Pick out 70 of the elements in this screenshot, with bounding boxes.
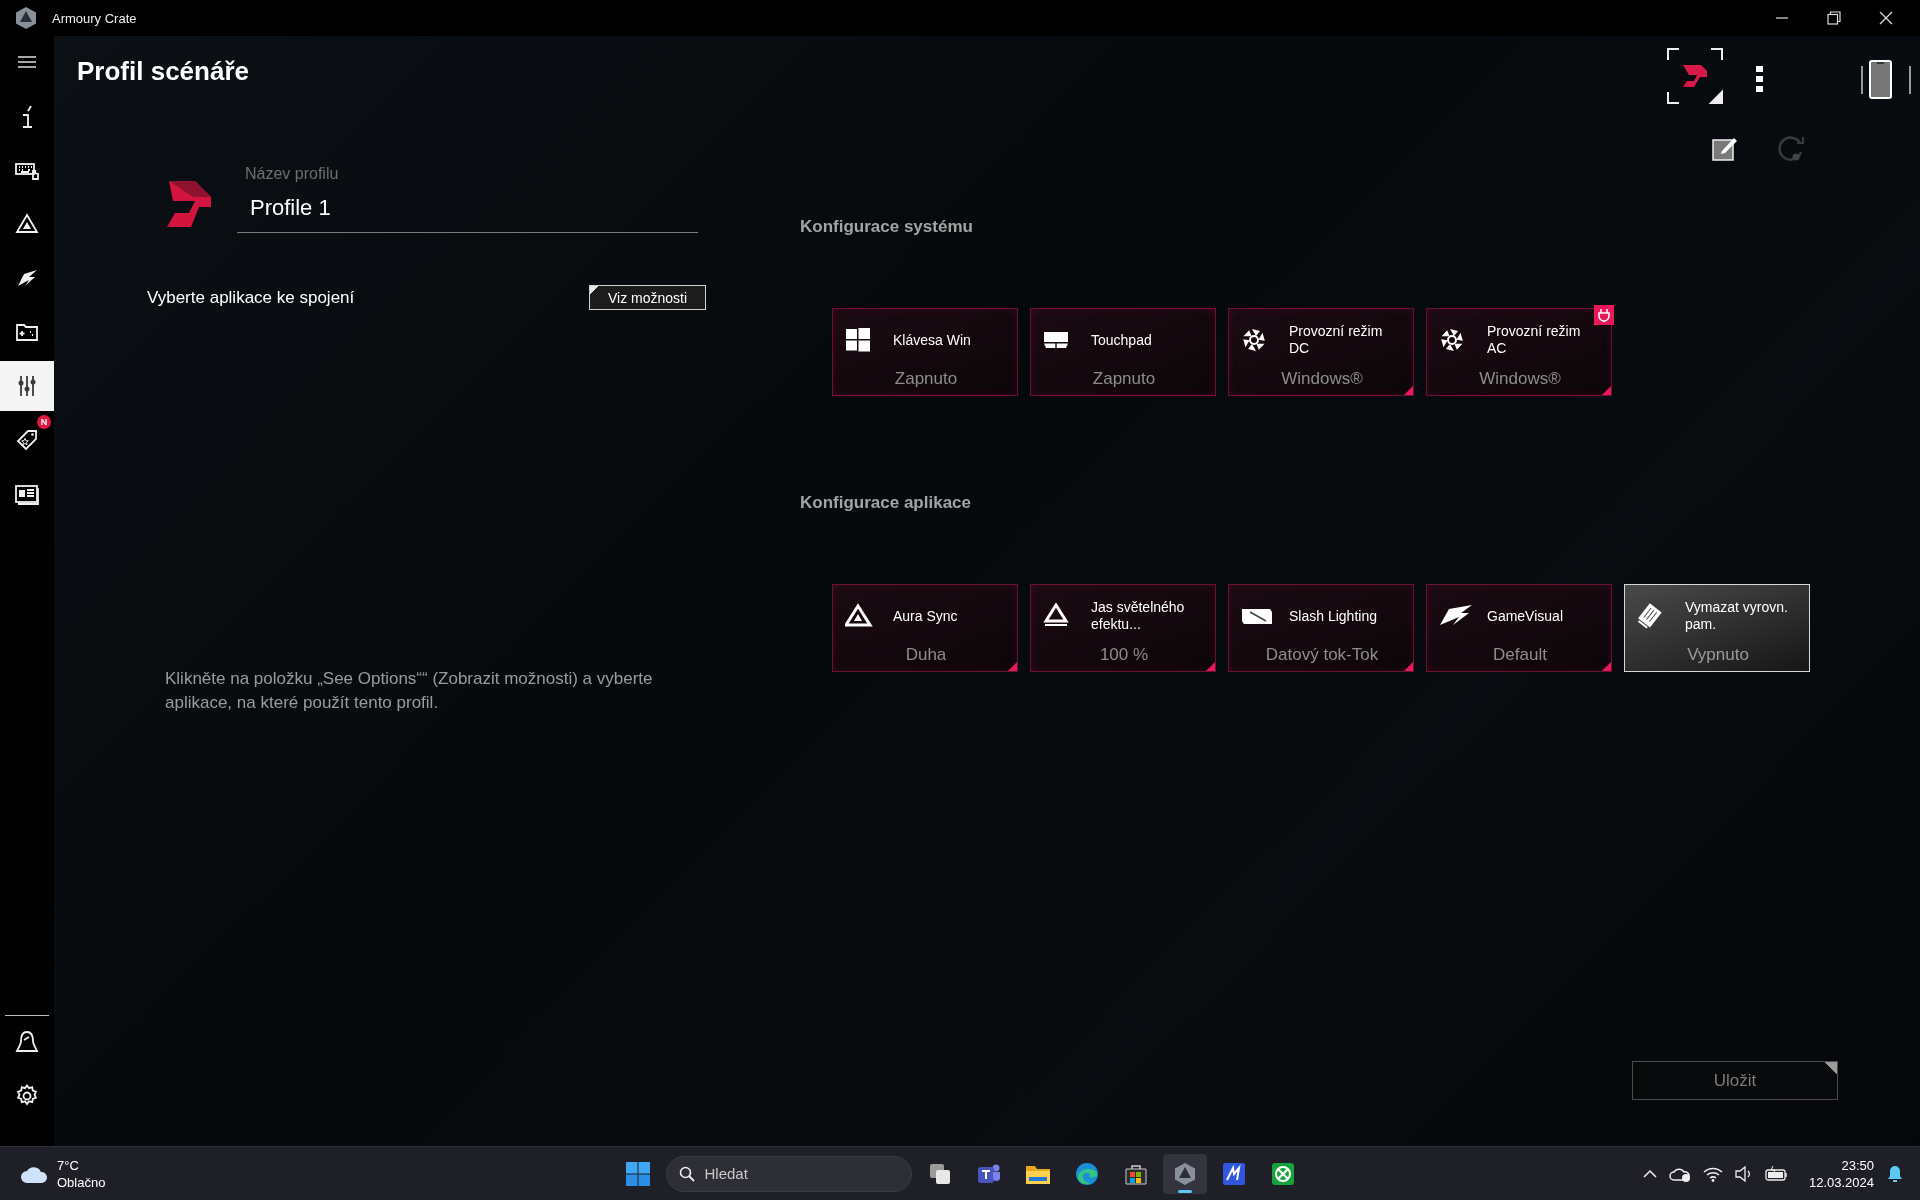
- info-icon: [21, 104, 33, 128]
- settings-icon: [15, 1084, 39, 1108]
- tile-title: Provozní režim AC: [1487, 323, 1582, 357]
- clock-date: 12.03.2024: [1808, 1173, 1874, 1191]
- setting-tile[interactable]: Slash Lighting Datový tok-Tok: [1228, 584, 1414, 672]
- page-title: Profil scénáře: [77, 56, 249, 86]
- sidebar-item[interactable]: [0, 361, 54, 411]
- search-field[interactable]: Hledat: [665, 1155, 912, 1192]
- tile-value: 100 %: [1098, 645, 1150, 665]
- windows-icon: [625, 1161, 650, 1186]
- tile-title: Touchpad: [1091, 331, 1153, 349]
- menu-icon[interactable]: [17, 54, 37, 70]
- tile-value: Vypnuto: [1686, 645, 1750, 665]
- setting-tile[interactable]: Provozní režim DC Windows®: [1228, 308, 1414, 396]
- clock-time: 23:50: [1841, 1156, 1874, 1174]
- search-icon: [678, 1165, 695, 1182]
- tile-title: Klávesa Win: [893, 331, 972, 349]
- profile-frame-icon[interactable]: [1667, 48, 1723, 104]
- temperature-text: 7°C: [57, 1156, 80, 1174]
- tag-icon: [15, 428, 39, 452]
- browser-icon: [1073, 1160, 1100, 1187]
- setting-tile[interactable]: Klávesa Win Zapnuto: [832, 308, 1018, 396]
- tile-value: Default: [1492, 645, 1548, 665]
- wifi-icon[interactable]: [1702, 1165, 1723, 1182]
- tile-value: Datový tok-Tok: [1264, 645, 1380, 665]
- notification-bell-icon[interactable]: [1886, 1164, 1904, 1183]
- battery-icon[interactable]: [1764, 1165, 1789, 1182]
- setting-tile[interactable]: Jas světelného efektu... 100 %: [1030, 584, 1216, 672]
- tile-value: Duha: [904, 645, 948, 665]
- app-logo-icon: [14, 6, 38, 30]
- see-options-button[interactable]: Viz možnosti: [589, 285, 706, 310]
- hint-text: Klikněte na položku „See Options““ (Zobrazit možnosti) a vyberte aplikace, na které použít tento profil.: [165, 668, 654, 714]
- news-icon: [15, 482, 39, 506]
- taskbar-app[interactable]: [1162, 1153, 1207, 1194]
- tile-title: Vymazat vyrovn. pam.: [1685, 599, 1789, 633]
- profile-name-field[interactable]: Profile 1: [237, 184, 698, 233]
- tile-value: Windows®: [1280, 369, 1364, 389]
- tile-title: Aura Sync: [893, 607, 959, 625]
- app-tile-icon: [1220, 1160, 1247, 1187]
- window-title: Armoury Crate: [52, 10, 137, 26]
- triangle-logo-icon: [15, 212, 39, 236]
- weather-condition-text: Oblačno: [57, 1173, 106, 1191]
- tile-title: Jas světelného efektu...: [1091, 599, 1186, 633]
- section-heading: Konfigurace aplikace: [800, 493, 972, 513]
- setting-tile[interactable]: Aura Sync Duha: [832, 584, 1018, 672]
- setting-tile[interactable]: Vymazat vyrovn. pam. Vypnuto: [1624, 584, 1810, 672]
- setting-tile[interactable]: Touchpad Zapnuto: [1030, 308, 1216, 396]
- more-icon[interactable]: [1756, 66, 1764, 92]
- phone-icon[interactable]: [1860, 60, 1912, 100]
- xbox-icon: [1269, 1160, 1296, 1187]
- edit-icon[interactable]: [1712, 135, 1738, 161]
- setting-tile[interactable]: GameVisual Default: [1426, 584, 1612, 672]
- volume-icon[interactable]: [1734, 1165, 1753, 1182]
- setting-tile[interactable]: Provozní režim AC Windows®: [1426, 308, 1612, 396]
- tile-value: Zapnuto: [893, 369, 959, 389]
- new-badge: N: [37, 415, 51, 429]
- tile-value: Windows®: [1478, 369, 1562, 389]
- restore-icon[interactable]: [1827, 11, 1841, 25]
- tile-title: Slash Lighting: [1289, 607, 1378, 625]
- section-heading: Konfigurace systému: [800, 217, 974, 237]
- close-icon[interactable]: [1879, 11, 1893, 25]
- sidebar-item[interactable]: N: [0, 415, 54, 465]
- apps-label: Vyberte aplikace ke spojení: [147, 287, 355, 308]
- field-label: Název profilu: [245, 164, 340, 184]
- tile-value: Zapnuto: [1091, 369, 1157, 389]
- profile-logo-icon: [165, 179, 213, 229]
- chevron-up-icon[interactable]: [1642, 1168, 1657, 1179]
- tile-title: Provozní režim DC: [1289, 323, 1384, 357]
- tile-title: GameVisual: [1487, 607, 1564, 625]
- search-placeholder: Hledat: [704, 1165, 748, 1182]
